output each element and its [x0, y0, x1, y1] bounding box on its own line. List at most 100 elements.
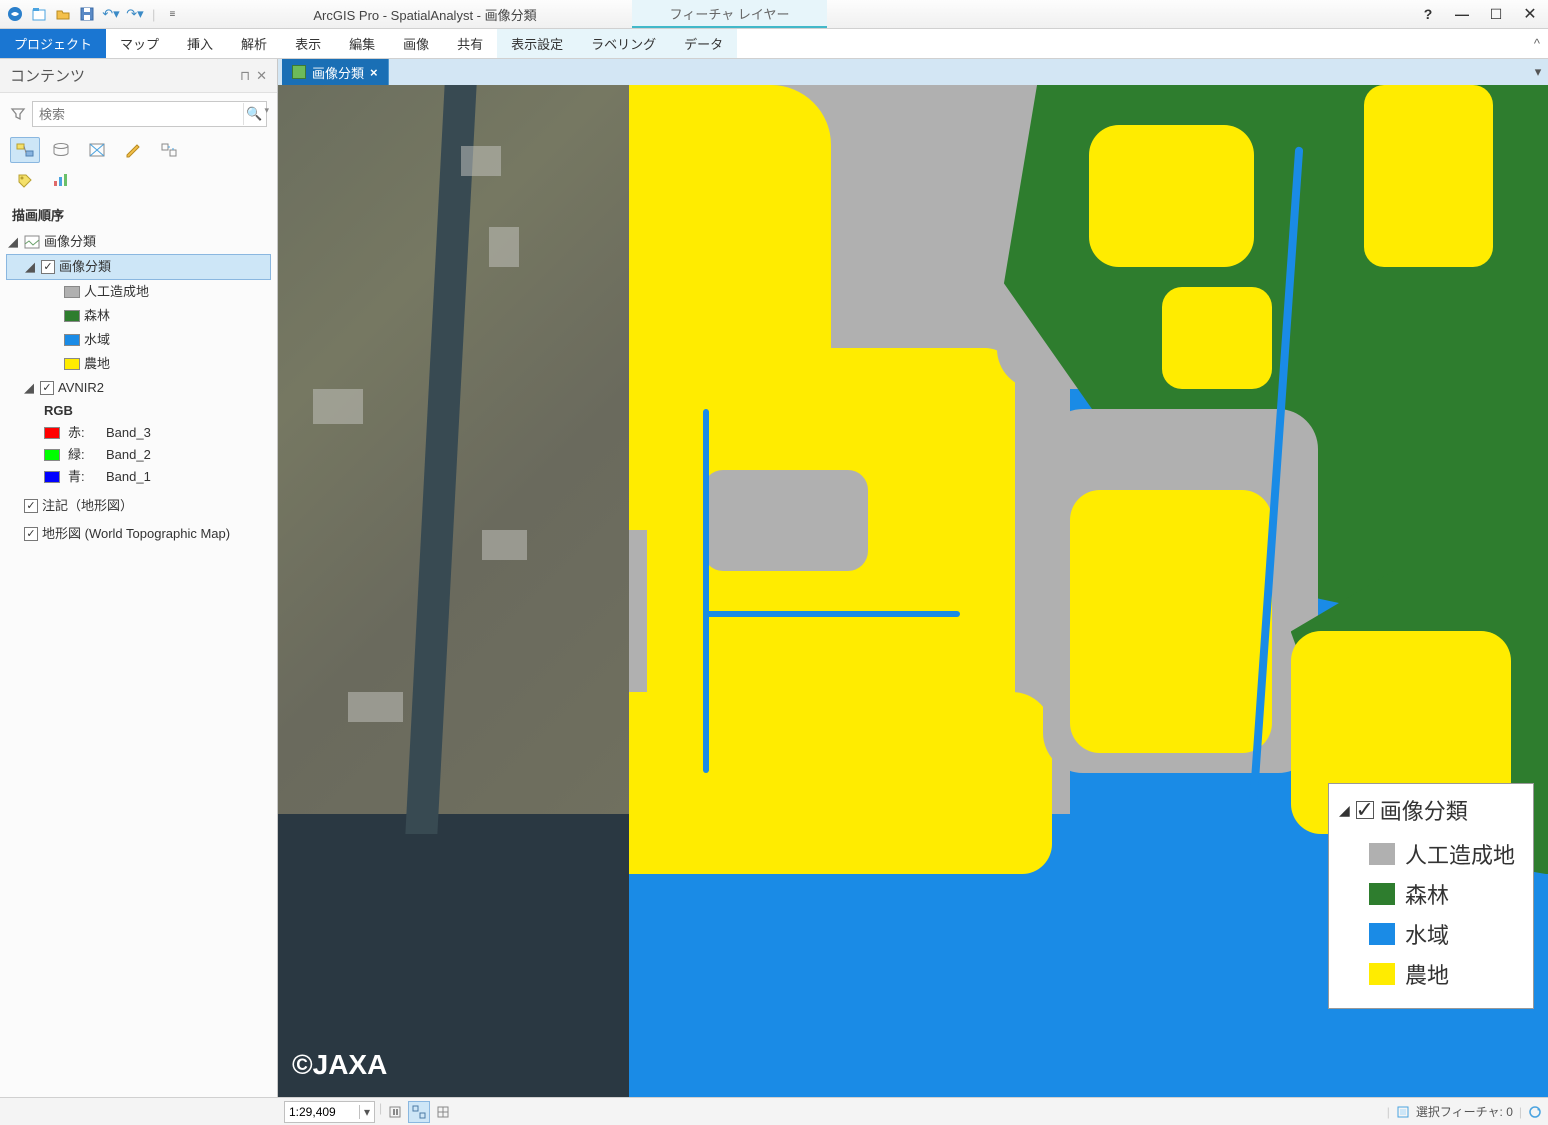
help-icon[interactable]: ? [1414, 3, 1442, 25]
selection-count-icon [1396, 1105, 1410, 1119]
map-node[interactable]: ◢ 画像分類 [6, 230, 271, 254]
layer-checkbox[interactable]: ✓ [24, 499, 38, 513]
map-legend: ◢ ✓ 画像分類 人工造成地 森林 水域 農地 [1328, 783, 1534, 1009]
autohide-icon[interactable]: ⊓ [240, 68, 250, 84]
layer-basemap[interactable]: ✓ 地形図 (World Topographic Map) [6, 522, 271, 546]
snapping-icon[interactable] [408, 1101, 430, 1123]
class-row[interactable]: 水域 [6, 328, 271, 352]
legend-row: 森林 [1339, 874, 1515, 914]
expand-icon[interactable]: ◢ [8, 231, 20, 253]
open-project-icon[interactable] [52, 3, 74, 25]
legend-checkbox[interactable]: ✓ [1356, 801, 1374, 819]
band-swatch [44, 449, 60, 461]
class-swatch [64, 358, 80, 370]
redo-icon[interactable]: ↷▾ [124, 3, 146, 25]
layer-annotation[interactable]: ✓ 注記（地形図） [6, 494, 271, 518]
image-credit: ©JAXA [292, 1049, 387, 1081]
search-dropdown-icon[interactable]: ▾ [264, 105, 269, 116]
ribbon-collapse-icon[interactable]: ^ [1534, 29, 1548, 58]
tab-project[interactable]: プロジェクト [0, 29, 106, 58]
search-input[interactable] [32, 101, 267, 127]
class-swatch [64, 334, 80, 346]
layer-checkbox[interactable]: ✓ [24, 527, 38, 541]
list-by-source-icon[interactable] [46, 137, 76, 163]
tab-appearance[interactable]: 表示設定 [497, 29, 577, 58]
title-bar: ↶▾ ↷▾ | ≡ ArcGIS Pro - SpatialAnalyst - … [0, 0, 1548, 29]
ribbon-tabs: プロジェクト マップ 挿入 解析 表示 編集 画像 共有 表示設定 ラベリング … [0, 29, 1548, 59]
view-tab-close-icon[interactable]: × [370, 65, 378, 80]
legend-row: 水域 [1339, 914, 1515, 954]
band-row[interactable]: 青:Band_1 [6, 466, 271, 488]
band-channel: 赤: [68, 422, 98, 444]
undo-icon[interactable]: ↶▾ [100, 3, 122, 25]
view-tabs: 画像分類 × ▾ [278, 59, 1548, 85]
tab-view[interactable]: 表示 [281, 29, 335, 58]
legend-label: 人工造成地 [1405, 838, 1515, 870]
satellite-view[interactable]: ©JAXA [278, 85, 629, 1097]
list-by-drawing-order-icon[interactable] [10, 137, 40, 163]
expand-icon[interactable]: ◢ [24, 377, 36, 399]
app-icon[interactable] [4, 3, 26, 25]
list-by-labeling-icon[interactable] [10, 167, 40, 193]
scale-input[interactable] [289, 1105, 359, 1119]
tab-imagery[interactable]: 画像 [389, 29, 443, 58]
layer-checkbox[interactable]: ✓ [40, 381, 54, 395]
class-label: 人工造成地 [84, 281, 149, 303]
view-tab[interactable]: 画像分類 × [282, 59, 389, 85]
window-title: ArcGIS Pro - SpatialAnalyst - 画像分類 [313, 5, 536, 24]
refresh-icon[interactable] [1528, 1105, 1542, 1119]
class-swatch [64, 286, 80, 298]
view-tabs-dropdown-icon[interactable]: ▾ [1528, 59, 1548, 85]
list-by-chart-icon[interactable] [46, 167, 76, 193]
contents-title: コンテンツ [10, 65, 85, 86]
new-project-icon[interactable] [28, 3, 50, 25]
tab-map[interactable]: マップ [106, 29, 173, 58]
layer-classification[interactable]: ◢ ✓ 画像分類 [6, 254, 271, 280]
list-by-snapping-icon[interactable] [154, 137, 184, 163]
qat-customize-icon[interactable]: ≡ [161, 3, 183, 25]
class-row[interactable]: 人工造成地 [6, 280, 271, 304]
pause-drawing-icon[interactable] [384, 1101, 406, 1123]
expand-icon[interactable]: ◢ [25, 256, 37, 278]
tab-edit[interactable]: 編集 [335, 29, 389, 58]
grid-icon[interactable] [432, 1101, 454, 1123]
layer-checkbox[interactable]: ✓ [41, 260, 55, 274]
context-tab-group-title: フィーチャ レイヤー [632, 0, 828, 28]
layer-avnir2[interactable]: ◢ ✓ AVNIR2 [6, 376, 271, 400]
contents-pane: コンテンツ ⊓ ✕ 🔍 ▾ 描画順序 [0, 59, 278, 1097]
maximize-icon[interactable]: ☐ [1482, 3, 1510, 25]
minimize-icon[interactable]: — [1448, 3, 1476, 25]
legend-expand-icon[interactable]: ◢ [1339, 802, 1350, 819]
contents-header: コンテンツ ⊓ ✕ [0, 59, 277, 93]
tab-share[interactable]: 共有 [443, 29, 497, 58]
tab-labeling[interactable]: ラベリング [577, 29, 670, 58]
scale-control[interactable]: ▾ [284, 1101, 375, 1123]
class-label: 農地 [84, 353, 110, 375]
filter-icon[interactable] [10, 106, 26, 122]
class-label: 水域 [84, 329, 110, 351]
layer-name: 画像分類 [59, 256, 111, 278]
save-project-icon[interactable] [76, 3, 98, 25]
class-row[interactable]: 森林 [6, 304, 271, 328]
class-row[interactable]: 農地 [6, 352, 271, 376]
band-row[interactable]: 赤: Band_3 [6, 422, 271, 444]
tab-data[interactable]: データ [670, 29, 737, 58]
list-by-editing-icon[interactable] [118, 137, 148, 163]
tab-analysis[interactable]: 解析 [227, 29, 281, 58]
search-icon[interactable]: 🔍 [243, 103, 265, 125]
rgb-label: RGB [6, 400, 271, 422]
sb-separator: | [379, 1101, 382, 1123]
band-row[interactable]: 緑:Band_2 [6, 444, 271, 466]
list-by-selection-icon[interactable] [82, 137, 112, 163]
map-name: 画像分類 [44, 231, 96, 253]
status-bar: ▾ | | 選択フィーチャ: 0 | [0, 1097, 1548, 1125]
close-icon[interactable]: ✕ [1516, 3, 1544, 25]
scale-dropdown-icon[interactable]: ▾ [359, 1105, 370, 1119]
classification-view[interactable]: ◢ ✓ 画像分類 人工造成地 森林 水域 農地 [629, 85, 1548, 1097]
band-name: Band_3 [106, 422, 151, 444]
map-icon [24, 235, 40, 249]
map-canvas[interactable]: ©JAXA [278, 85, 1548, 1097]
view-tab-label: 画像分類 [312, 63, 364, 82]
tab-insert[interactable]: 挿入 [173, 29, 227, 58]
pane-close-icon[interactable]: ✕ [256, 68, 267, 84]
